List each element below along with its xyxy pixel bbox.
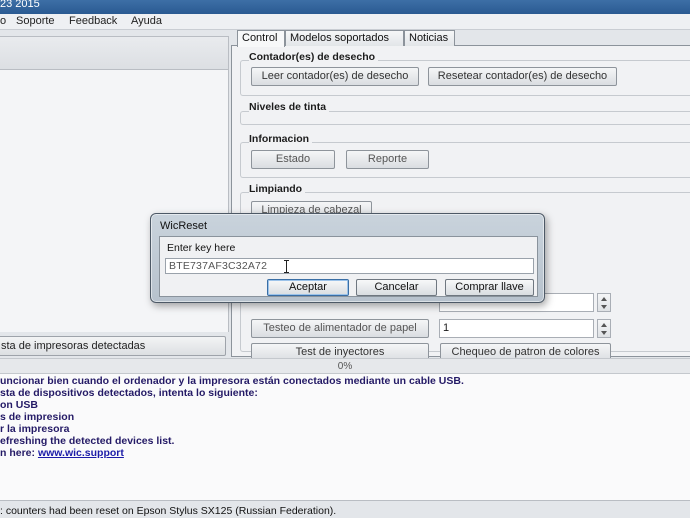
cancel-button[interactable]: Cancelar [356,279,437,296]
buy-key-button[interactable]: Comprar llave [445,279,534,296]
dialog-body: Enter key here BTE737AF3C32A72 Aceptar C… [159,236,538,297]
status-text: : counters had been reset on Epson Stylu… [0,505,337,517]
paper-feed-count-field[interactable]: 1 [439,319,594,338]
report-button[interactable]: Reporte [346,150,429,169]
window-title: 23 2015 [0,0,40,10]
tab-supported-models[interactable]: Modelos soportados [285,30,404,46]
control-pane: Contador(es) de desecho Leer contador(es… [231,30,690,362]
accept-button[interactable]: Aceptar [267,279,349,296]
text-cursor-icon [284,260,289,273]
waste-counters-title: Contador(es) de desecho [249,51,379,63]
ink-levels-group [240,111,690,125]
log-line: uncionar bien cuando el ordenador y la i… [0,375,464,387]
reset-waste-counters-button[interactable]: Resetear contador(es) de desecho [428,67,617,86]
refresh-printer-list-button[interactable]: sta de impresoras detectadas [0,336,226,356]
log-line: s de impresion [0,411,75,423]
log-line: efreshing the detected devices list. [0,435,175,447]
key-entry-dialog: WicReset Enter key here BTE737AF3C32A72 … [150,213,545,303]
information-title: Informacion [249,133,313,145]
printer-list-header [0,36,229,70]
key-input-value: BTE737AF3C32A72 [169,260,268,272]
menu-item-ayuda[interactable]: Ayuda [131,14,162,29]
printer-list-pane: sta de impresoras detectadas [0,30,231,358]
menu-item-feedback[interactable]: Feedback [69,14,117,29]
menu-bar: o Soporte Feedback Ayuda [0,14,690,30]
arrow-up-icon [601,323,607,327]
dialog-title: WicReset [160,220,208,232]
tab-news[interactable]: Noticias [404,30,455,46]
log-line-text: n here: [0,447,38,459]
status-button[interactable]: Estado [251,150,335,169]
ink-levels-title: Niveles de tinta [249,101,330,113]
title-bar: 23 2015 [0,0,690,14]
arrow-up-icon [601,297,607,301]
arrow-down-icon [601,305,607,309]
read-waste-counters-button[interactable]: Leer contador(es) de desecho [251,67,419,86]
paper-feed-test-button[interactable]: Testeo de alimentador de papel [251,319,429,338]
tab-control[interactable]: Control [237,30,285,47]
progress-text: 0% [337,361,353,372]
status-bar: : counters had been reset on Epson Stylu… [0,500,690,518]
key-prompt-label: Enter key here [167,242,236,254]
log-line-with-link: n here: www.wic.support [0,447,124,459]
log-line: sta de dispositivos detectados, intenta … [0,387,258,399]
log-line: r la impresora [0,423,70,435]
paper-feed-spin-arrows[interactable] [597,319,611,338]
log-panel: uncionar bien cuando el ordenador y la i… [0,374,690,500]
progress-bar: 0% [0,358,690,374]
tab-content-control: Contador(es) de desecho Leer contador(es… [231,45,690,362]
menu-item-tools[interactable]: o [0,14,6,29]
key-input[interactable]: BTE737AF3C32A72 [165,258,534,274]
spin-arrows-upper[interactable] [597,293,611,312]
log-line: on USB [0,399,38,411]
cleaning-title: Limpiando [249,183,306,195]
support-link[interactable]: www.wic.support [38,447,124,459]
menu-item-soporte[interactable]: Soporte [16,14,55,29]
arrow-down-icon [601,331,607,335]
